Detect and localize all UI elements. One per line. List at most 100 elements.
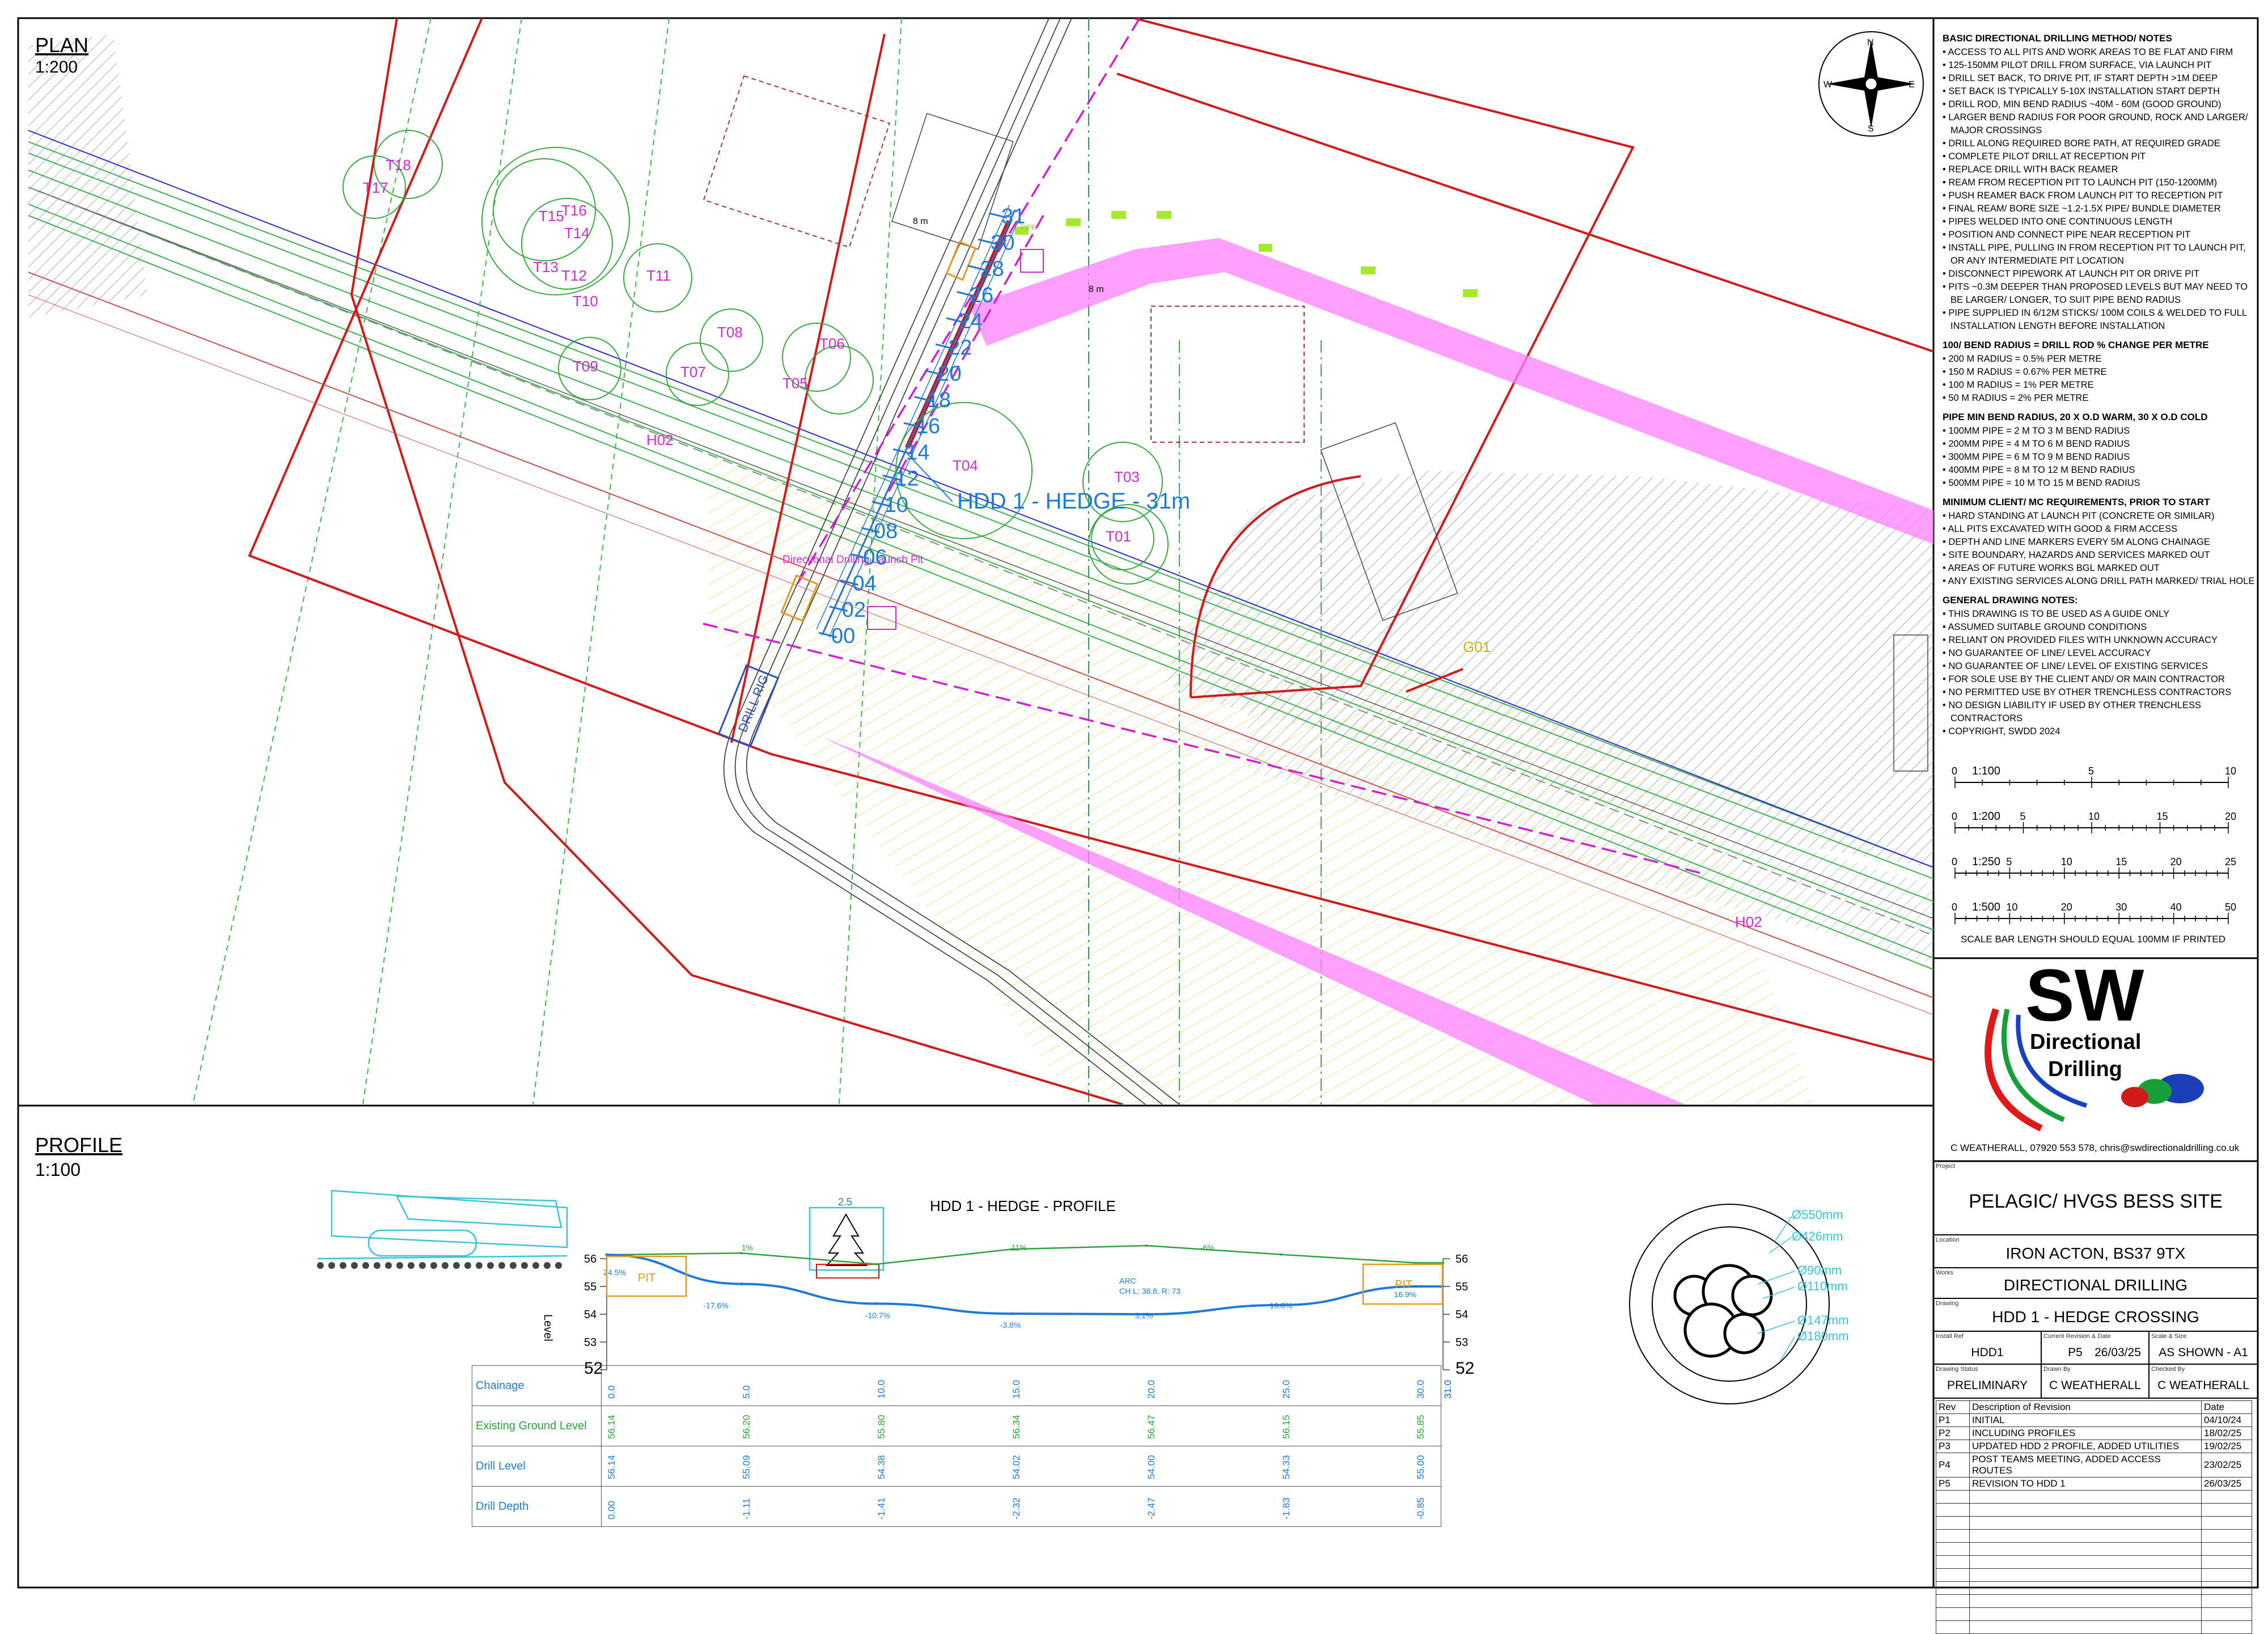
- row-header-ground: Existing Ground Level: [472, 1406, 602, 1446]
- note-item: 300MM PIPE = 6 M TO 9 M BEND RADIUS: [1943, 451, 2256, 464]
- tb-install: HDD1: [1971, 1346, 2003, 1359]
- row-header-drill-depth: Drill Depth: [472, 1486, 602, 1527]
- table-value: 56.20: [741, 1415, 752, 1439]
- launch-pit-label: Directional Drilling Launch Pit: [782, 554, 924, 566]
- tree-t13: T13: [533, 259, 558, 276]
- note-item: PIPE SUPPLIED IN 6/12M STICKS/ 100M COIL…: [1943, 307, 2256, 333]
- note-item: INSTALL PIPE, PULLING IN FROM RECEPTION …: [1943, 242, 2256, 268]
- scalebar-tick: 0: [1952, 765, 1957, 777]
- revision-row: P4 POST TEAMS MEETING, ADDED ACCESS ROUTE…: [1936, 1453, 2252, 1478]
- note-item: PITS ~0.3M DEEPER THAN PROPOSED LEVELS B…: [1943, 281, 2256, 307]
- scalebar-tick: 5: [2088, 765, 2094, 777]
- note-item: COMPLETE PILOT DRILL AT RECEPTION PIT: [1943, 150, 2256, 163]
- table-value: 30.0: [1415, 1379, 1427, 1399]
- tb-status-lbl: Drawing Status: [1936, 1366, 1978, 1373]
- note-item: 100MM PIPE = 2 M TO 3 M BEND RADIUS: [1943, 425, 2256, 438]
- scalebar-tick: 20: [2061, 901, 2072, 913]
- note-item: FINAL REAM/ BORE SIZE ~1.2-1.5X PIPE/ BU…: [1943, 202, 2256, 215]
- grade-label: 10.0%: [1270, 1301, 1293, 1310]
- note-item: NO GUARANTEE OF LINE/ LEVEL OF EXISTING …: [1943, 660, 2256, 673]
- tb-rev: P5: [2068, 1346, 2083, 1359]
- notes-pipe-list: 100MM PIPE = 2 M TO 3 M BEND RADIUS200MM…: [1943, 425, 2256, 490]
- hedge-h02-b: H02: [1735, 913, 1762, 930]
- chainage-mark: 24: [959, 310, 983, 333]
- scalebar-tick: 15: [2157, 811, 2168, 822]
- revision-cell: P2: [1936, 1426, 1970, 1440]
- note-item: DEPTH AND LINE MARKERS EVERY 5M ALONG CH…: [1943, 536, 2256, 549]
- tb-checked-lbl: Checked By: [2151, 1366, 2185, 1373]
- north-arrow: N S E W: [1818, 31, 1924, 137]
- tree-icon: [825, 1213, 868, 1266]
- note-item: FOR SOLE USE BY THE CLIENT AND/ OR MAIN …: [1943, 673, 2256, 686]
- tb-location-lbl: Location: [1936, 1237, 1960, 1243]
- hedge-width: 2.5: [838, 1196, 852, 1208]
- note-item: REAM FROM RECEPTION PIT TO LAUNCH PIT (1…: [1943, 176, 2256, 189]
- row-header-chainage: Chainage: [472, 1365, 602, 1406]
- tree-t12: T12: [561, 267, 587, 284]
- revision-cell: P4: [1936, 1453, 1970, 1478]
- scalebar-tick: 20: [2225, 811, 2236, 822]
- tree-t17: T17: [363, 179, 388, 196]
- drill-level-cells: 56.14 55.09 54.38 54.02 54.00 54.33 55.00: [601, 1446, 1441, 1487]
- tb-project: PELAGIC/ HVGS BESS SITE: [1969, 1191, 2223, 1212]
- tb-install-lbl: Install Ref: [1936, 1333, 1964, 1340]
- svg-text:N: N: [1867, 38, 1874, 48]
- drill-point: [875, 1302, 878, 1305]
- tb-drawn-lbl: Drawn By: [2043, 1366, 2071, 1373]
- note-item: 100 M RADIUS = 1% PER METRE: [1943, 379, 2256, 392]
- scalebar-tick: 0: [1952, 856, 1957, 867]
- y-tick-right: 56: [1455, 1253, 1468, 1265]
- chainage-mark: 12: [895, 467, 919, 491]
- scalebar-tick: 40: [2170, 901, 2182, 913]
- arc-note: CH L: 38.8, R: 73: [1119, 1286, 1180, 1296]
- tb-drawn: C WEATHERALL: [2049, 1379, 2141, 1392]
- revision-row-empty: [1936, 1620, 2252, 1634]
- grade-label: -10.7%: [865, 1311, 890, 1320]
- ground-point: [1145, 1244, 1148, 1247]
- chainage-mark: 00: [831, 624, 855, 648]
- chainage-mark: 10: [885, 493, 908, 517]
- grade-label: -3.8%: [1000, 1320, 1021, 1330]
- row-header-drill-level: Drill Level: [472, 1446, 602, 1487]
- tb-rev-lbl: Current Revision & Date: [2043, 1333, 2111, 1340]
- note-item: ANY EXISTING SERVICES ALONG DRILL PATH M…: [1943, 575, 2256, 588]
- tb-drawing: HDD 1 - HEDGE CROSSING: [1992, 1308, 2199, 1326]
- ground-grade-label: 11%: [1012, 1243, 1027, 1252]
- scalebar-tick: 10: [2088, 811, 2100, 822]
- notes-method-list: ACCESS TO ALL PITS AND WORK AREAS TO BE …: [1943, 46, 2256, 333]
- note-item: 500MM PIPE = 10 M TO 15 M BEND RADIUS: [1943, 477, 2256, 490]
- y-tick-left: 53: [584, 1336, 596, 1349]
- table-value: 5.0: [741, 1385, 752, 1399]
- table-value: 20.0: [1145, 1379, 1157, 1399]
- chainage-mark: 08: [874, 519, 898, 543]
- duct-label-147: Ø147mm: [1797, 1313, 1848, 1327]
- tree-t09: T09: [573, 358, 598, 375]
- scalebar-label: 1:200: [1972, 810, 2000, 823]
- table-value: 54.00: [1145, 1455, 1157, 1479]
- duct-label-180: Ø180mm: [1797, 1329, 1848, 1343]
- plan-title: PLAN: [35, 33, 88, 57]
- tree-t06: T06: [819, 335, 845, 352]
- table-value: 0.00: [606, 1500, 617, 1519]
- rev-col-header: Rev: [1936, 1400, 1970, 1414]
- duct-label-426: Ø426mm: [1792, 1229, 1843, 1243]
- revision-table: Rev Description of Revision Date P1 INITI…: [1936, 1400, 2252, 1634]
- notes-client-list: HARD STANDING AT LAUNCH PIT (CONCRETE OR…: [1943, 510, 2256, 588]
- notes-client-title: MINIMUM CLIENT/ MC REQUIREMENTS, PRIOR T…: [1943, 497, 2210, 507]
- table-value: 55.80: [875, 1415, 887, 1439]
- note-item: 50 M RADIUS = 2% PER METRE: [1943, 392, 2256, 405]
- revision-row-empty: [1936, 1607, 2252, 1621]
- drill-point: [1010, 1312, 1013, 1315]
- duct-label-550: Ø550mm: [1792, 1208, 1843, 1222]
- contact-line: C WEATHERALL, 07920 553 578, chris@swdir…: [1950, 1142, 2240, 1153]
- revision-cell: 19/02/25: [2201, 1440, 2252, 1453]
- tb-scale-lbl: Scale & Size: [2151, 1333, 2186, 1340]
- table-value: 56.47: [1145, 1415, 1157, 1439]
- g01-label: G01: [1463, 638, 1491, 655]
- tb-drawing-lbl: Drawing: [1936, 1300, 1958, 1307]
- chainage-cells: 0.0 5.0 10.0 15.0 20.0 25.0 30.0 31.0 31.0: [601, 1365, 1453, 1406]
- note-item: SITE BOUNDARY, HAZARDS AND SERVICES MARK…: [1943, 549, 2256, 562]
- revision-row-empty: [1936, 1568, 2252, 1582]
- tree-t01: T01: [1106, 528, 1131, 545]
- chainage-mark: 28: [980, 257, 1004, 281]
